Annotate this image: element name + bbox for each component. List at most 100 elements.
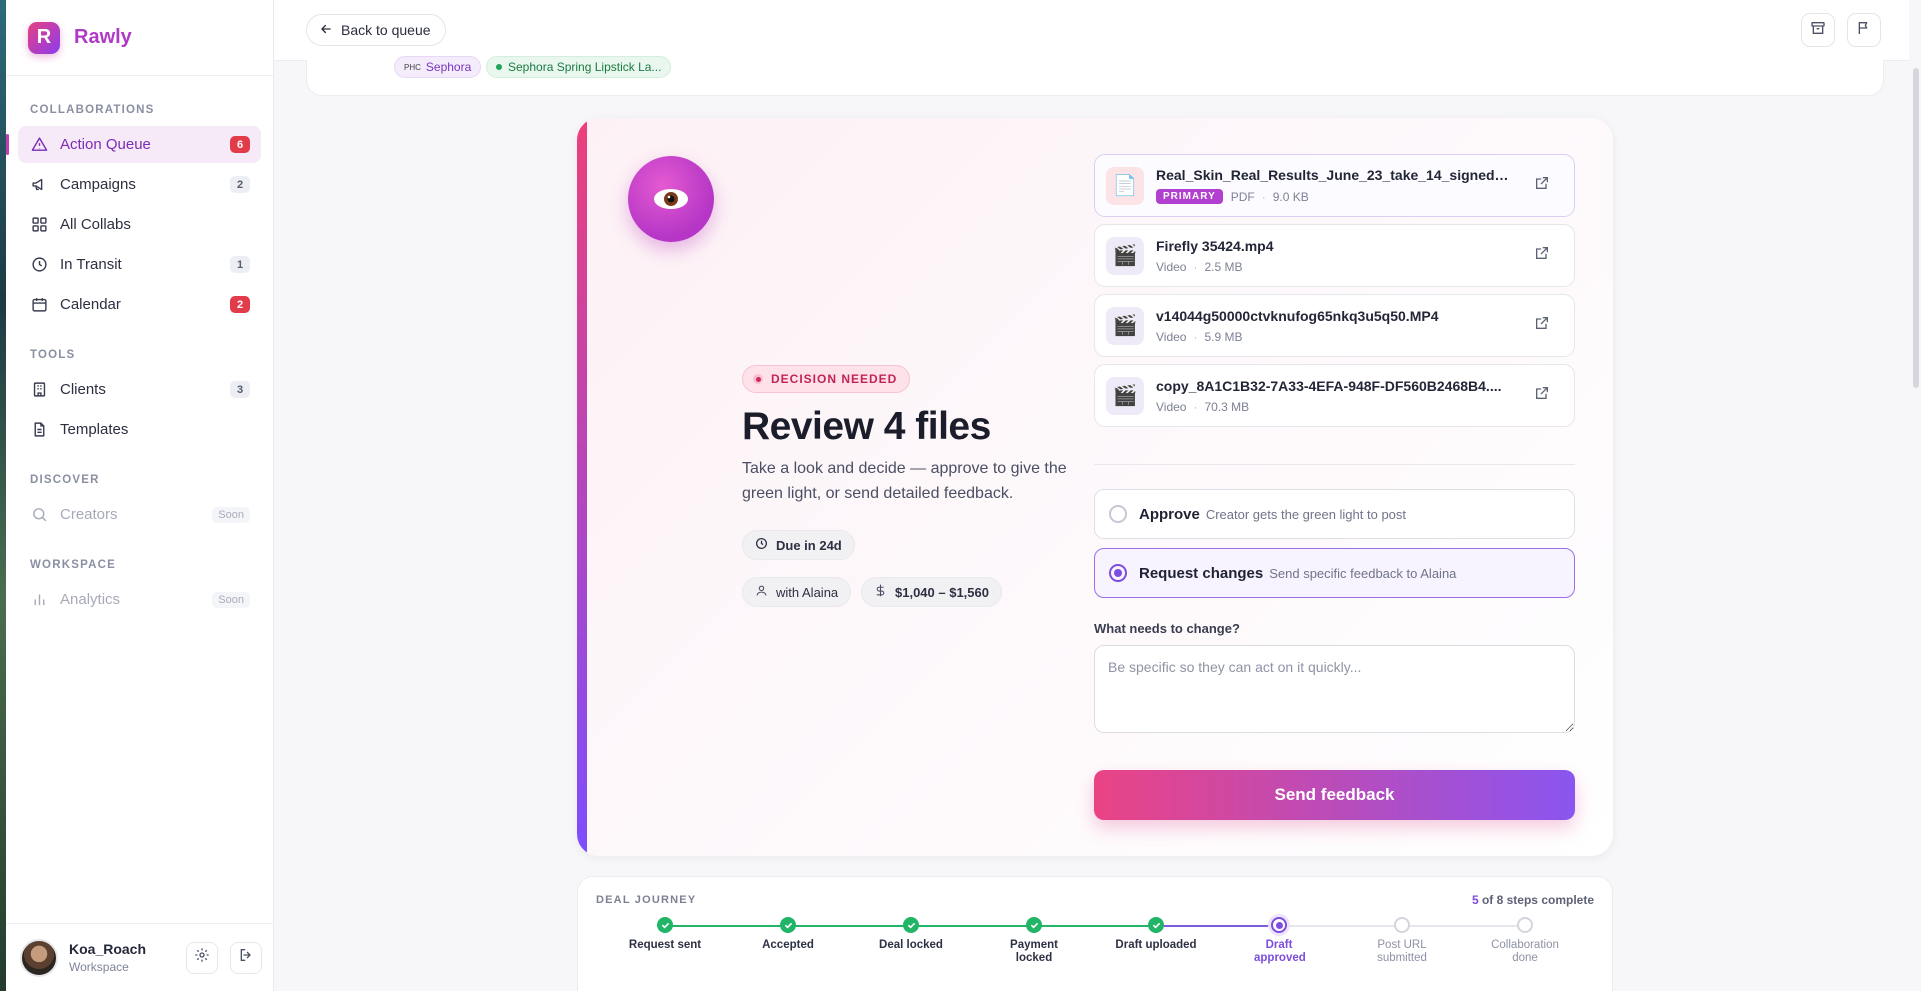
journey-step: Deal locked [851,917,971,952]
file-list: 📄 Real_Skin_Real_Results_June_23_take_14… [1094,154,1575,434]
review-description: Take a look and decide — approve to give… [742,460,1067,502]
page-scrollbar[interactable] [1909,0,1921,991]
separator: · [1261,189,1266,204]
scrollbar-thumb[interactable] [1913,68,1919,388]
request-changes-radio[interactable] [1109,564,1127,582]
sidebar-item-clients[interactable]: Clients 3 [18,371,261,408]
pending-step-marker [1517,917,1533,933]
alert-triangle-icon [30,136,48,154]
file-size: 70.3 MB [1204,399,1250,414]
separator: · [1193,259,1198,274]
journey-step: Collaboration done [1465,917,1585,965]
journey-step: Draft uploaded [1096,917,1216,952]
sidebar-item-label: Templates [60,421,129,438]
sidebar-item-analytics: Analytics Soon [18,581,261,618]
avatar[interactable] [20,938,58,977]
count-badge: 6 [230,136,250,153]
logout-icon [238,947,254,968]
brand[interactable]: R Rawly [6,0,273,76]
journey-step-current: Draft approved [1219,917,1339,965]
building-icon [30,381,48,399]
settings-button[interactable] [186,941,218,974]
status-dot [496,64,502,70]
sidebar-item-campaigns[interactable]: Campaigns 2 [18,166,261,203]
bar-chart-icon [30,591,48,609]
sidebar-item-in-transit[interactable]: In Transit 1 [18,246,261,283]
flag-button[interactable] [1847,13,1881,47]
file-info: v14044g50000ctvknufog65nkq3u5q50.MP4 Vid… [1156,308,1528,344]
sidebar-item-creators: Creators Soon [18,496,261,533]
external-link-icon [1534,385,1550,406]
file-type: Video [1156,329,1187,344]
file-item[interactable]: 🎬 copy_8A1C1B32-7A33-4EFA-948F-DF560B246… [1094,364,1575,427]
separator: · [1193,399,1198,414]
send-feedback-button[interactable]: Send feedback [1094,770,1575,820]
file-size: 9.0 KB [1272,189,1309,204]
file-text-icon [30,421,48,439]
option-title: Approve [1139,505,1200,523]
sidebar-item-templates[interactable]: Templates [18,411,261,448]
journey-progress: 5 of 8 steps complete [1472,893,1594,907]
file-type: Video [1156,399,1187,414]
gear-icon [194,947,210,968]
approve-option[interactable]: Approve Creator gets the green light to … [1094,489,1575,539]
file-item[interactable]: 🎬 v14044g50000ctvknufog65nkq3u5q50.MP4 V… [1094,294,1575,357]
megaphone-icon [30,176,48,194]
request-changes-option[interactable]: Request changes Send specific feedback t… [1094,548,1575,598]
card-accent-bar [577,118,587,856]
file-name: Real_Skin_Real_Results_June_23_take_14_s… [1156,167,1516,183]
dollar-icon [874,584,895,600]
sidebar-item-calendar[interactable]: Calendar 2 [18,286,261,323]
sidebar-item-label: Action Queue [60,136,151,153]
brand-chip[interactable]: PHC Sephora [394,56,482,78]
open-file-button[interactable] [1528,382,1556,410]
check-icon [1148,917,1164,933]
brand-chip-prefix: PHC [404,62,421,72]
section-label-collaborations: COLLABORATIONS [30,104,155,116]
status-label: DECISION NEEDED [771,372,898,386]
campaign-chip-label: Sephora Spring Lipstick La... [508,60,662,74]
file-item[interactable]: 📄 Real_Skin_Real_Results_June_23_take_14… [1094,154,1575,217]
sidebar-item-label: Creators [60,506,118,523]
file-size: 5.9 MB [1204,329,1243,344]
open-file-button[interactable] [1528,172,1556,200]
clock-icon [30,256,48,274]
status-badge: DECISION NEEDED [742,365,911,393]
current-step-marker [1271,917,1287,933]
file-type: Video [1156,259,1187,274]
external-link-icon [1534,315,1550,336]
open-file-button[interactable] [1528,242,1556,270]
logout-button[interactable] [230,941,262,974]
user-info: Koa_Roach Workspace [69,941,186,974]
approve-radio[interactable] [1109,505,1127,523]
creator-label: with Alaina [776,584,839,600]
campaign-chip[interactable]: Sephora Spring Lipstick La... [486,56,672,78]
feedback-textarea[interactable] [1094,645,1575,733]
sidebar-item-label: All Collabs [60,216,131,233]
option-title: Request changes [1139,564,1264,582]
back-to-queue-button[interactable]: Back to queue [306,14,446,46]
step-label: Post URL submitted [1377,939,1427,964]
section-label-tools: TOOLS [30,349,76,361]
section-label-workspace: WORKSPACE [30,559,116,571]
archive-icon [1810,20,1826,41]
open-file-button[interactable] [1528,312,1556,340]
journey-step: Accepted [728,917,848,952]
search-icon [30,506,48,524]
topbar: Back to queue [274,0,1921,61]
sidebar-item-action-queue[interactable]: Action Queue 6 [6,126,261,163]
back-label: Back to queue [341,22,431,38]
sidebar-item-all-collabs[interactable]: All Collabs [18,206,261,243]
flag-icon [1856,20,1872,41]
pending-step-marker [1394,917,1410,933]
step-label: Draft uploaded [1115,939,1197,951]
archive-button[interactable] [1801,13,1835,47]
step-label: Payment locked [1010,939,1058,964]
file-type: PDF [1230,189,1255,204]
sidebar-item-label: Calendar [60,296,121,313]
count-suffix: of 8 steps complete [1481,893,1594,907]
clapperboard-icon: 🎬 [1106,236,1144,275]
file-info: Real_Skin_Real_Results_June_23_take_14_s… [1156,167,1528,204]
status-dot [753,374,763,384]
file-item[interactable]: 🎬 Firefly 35424.mp4 Video · 2.5 MB [1094,224,1575,287]
